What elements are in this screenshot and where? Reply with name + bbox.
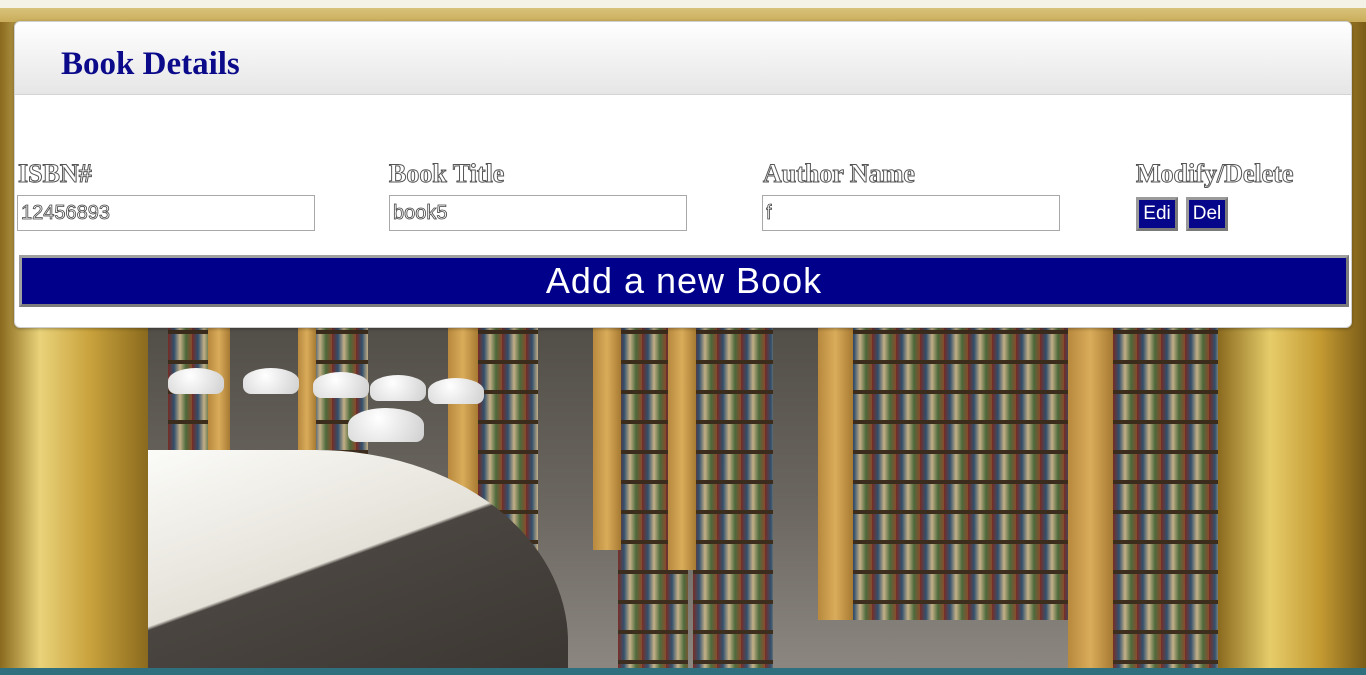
page-title: Book Details xyxy=(61,46,240,82)
bookshelf xyxy=(1113,300,1218,670)
taskbar xyxy=(0,668,1366,675)
library-scene xyxy=(148,300,1218,670)
author-name-label: Author Name xyxy=(763,159,916,189)
desk-lamp xyxy=(370,375,426,401)
bookshelf-side xyxy=(593,300,621,550)
isbn-label: ISBN# xyxy=(18,159,93,189)
book-title-label: Book Title xyxy=(388,159,505,189)
book-details-panel: Book Details ISBN# Book Title Author Nam… xyxy=(14,21,1352,328)
background-top-strip xyxy=(0,0,1366,22)
delete-button[interactable]: Del xyxy=(1186,197,1228,231)
add-new-book-button[interactable]: Add a new Book xyxy=(19,255,1349,307)
bookshelf xyxy=(693,300,773,670)
bookshelf-side xyxy=(1068,300,1113,670)
bookshelf-side xyxy=(818,300,853,620)
modify-delete-label: Modify/Delete xyxy=(1135,159,1294,189)
desk-lamp xyxy=(428,378,484,404)
bookshelf xyxy=(848,300,1068,620)
panel-header: Book Details xyxy=(15,22,1351,95)
desk-lamp xyxy=(168,368,224,394)
edit-button[interactable]: Edi xyxy=(1136,197,1178,231)
desk-lamp xyxy=(348,408,424,442)
desk-lamp xyxy=(313,372,369,398)
book-title-input[interactable] xyxy=(389,195,687,231)
author-name-input[interactable] xyxy=(762,195,1060,231)
isbn-input[interactable] xyxy=(17,195,315,231)
bookshelf-side xyxy=(668,300,696,570)
desk-lamp xyxy=(243,368,299,394)
